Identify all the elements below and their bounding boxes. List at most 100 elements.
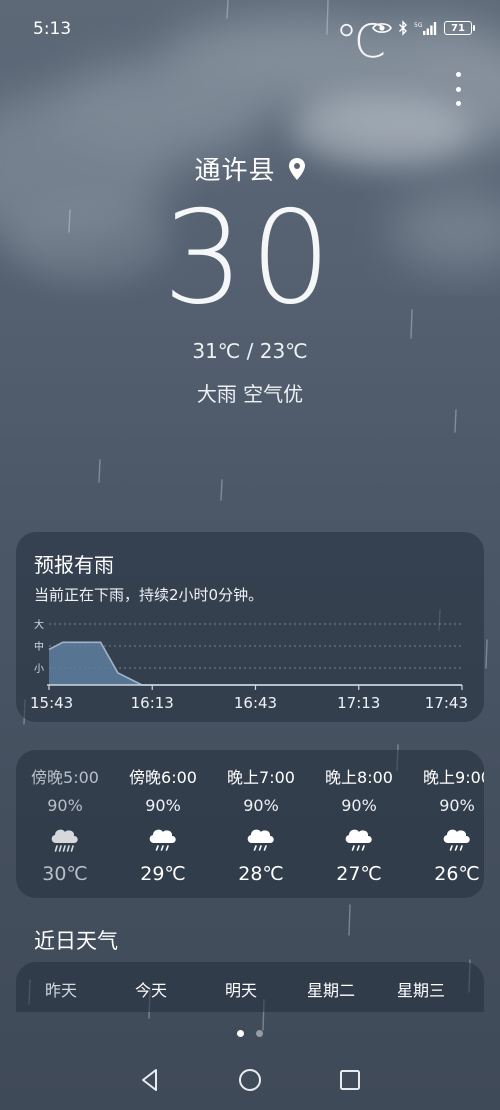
bluetooth-icon (399, 20, 407, 36)
status-bar: 5:13 5G 71 (0, 0, 500, 60)
rain-chart-time-label: 16:43 (234, 694, 277, 712)
rain-level-label: 小 (34, 663, 44, 675)
hourly-temperature: 28℃ (238, 863, 284, 885)
hourly-precip-probability: 90% (341, 796, 377, 815)
location-selector[interactable]: 通许县 (0, 150, 500, 187)
recents-icon[interactable] (337, 1067, 363, 1093)
rain-icon (247, 829, 274, 851)
hourly-item: 傍晚5:00 90% 30℃ (16, 750, 114, 885)
daily-day-name: 星期三 (396, 981, 445, 1000)
rain-chart-time-label: 17:43 (425, 694, 468, 712)
hourly-item: 傍晚6:00 90% 29℃ (114, 750, 212, 885)
hourly-precip-probability: 90% (243, 796, 279, 815)
location-pin-icon (288, 157, 305, 180)
daily-date: 8月18日 (124, 1009, 179, 1012)
rain-chart-time-label: 17:13 (337, 694, 380, 712)
hourly-precip-probability: 90% (47, 796, 83, 815)
status-icons: 5G 71 (372, 20, 475, 36)
rain-forecast-card[interactable]: 预报有雨 当前正在下雨，持续2小时0分钟。 大中小 15:43 16:13 16:43… (16, 532, 484, 722)
raindrop (165, 845, 169, 851)
weather-condition: 大雨 空气优 (196, 382, 304, 406)
raindrop (361, 845, 365, 851)
temperature-unit: ℃ (335, 14, 387, 68)
raindrop (459, 845, 463, 851)
daily-item: 今天 8月18日 (106, 962, 196, 1012)
raindrop (155, 845, 159, 851)
raindrop (58, 845, 62, 852)
hourly-temperature: 30℃ (42, 863, 88, 885)
raindrop (356, 845, 360, 851)
menu-dot-icon (455, 72, 461, 77)
hourly-temperature: 29℃ (140, 863, 186, 885)
raindrop (263, 845, 267, 851)
daily-date: 8月17日 (34, 1009, 89, 1012)
cloud-shape (51, 829, 78, 843)
rain-forecast-description: 当前正在下雨，持续2小时0分钟。 (34, 586, 264, 604)
hourly-time: 傍晚6:00 (129, 768, 197, 787)
raindrop (253, 845, 257, 851)
daily-item: 星期三 8月21日 (376, 962, 466, 1012)
heavy-rain-icon (51, 829, 78, 852)
rain-chart-time-label: 15:43 (30, 694, 73, 712)
raindrop (54, 845, 58, 852)
daily-forecast-card[interactable]: 昨天 8月17日 今天 8月18日 明天 8月19日 星期二 8月20日 星期三 8月21日 星 (16, 962, 484, 1012)
temperature-value: 30 (162, 184, 338, 333)
page-indicator (0, 1030, 500, 1037)
rain-level-label: 中 (34, 640, 44, 653)
rain-level-label: 大 (34, 618, 44, 631)
battery-level: 71 (451, 22, 465, 34)
rain-intensity-chart: 大中小 15:43 16:13 16:43 17:13 17:43 (30, 618, 468, 712)
rain-icon (149, 829, 176, 851)
daily-day-name: 星期二 (306, 981, 355, 1000)
daily-item: 星期二 8月20日 (286, 962, 376, 1012)
menu-dot-icon (455, 101, 461, 106)
temperature-range: 31℃ / 23℃ (192, 339, 308, 363)
battery-icon: 71 (444, 21, 475, 35)
more-menu-button[interactable] (448, 72, 468, 106)
cloud-shape (247, 829, 274, 843)
hourly-item: 晚上9:00 90% 26℃ (408, 750, 484, 885)
svg-text:5G: 5G (414, 22, 423, 29)
daily-item: 昨天 8月17日 (16, 962, 106, 1012)
hourly-precip-probability: 90% (439, 796, 475, 815)
hourly-temperature: 27℃ (336, 863, 382, 885)
raindrop (351, 845, 355, 851)
raindrop (66, 845, 70, 852)
cloud-shape (345, 829, 372, 843)
daily-item: 星 (466, 962, 484, 1012)
daily-day-name: 今天 (134, 981, 167, 1000)
recent-weather-title: 近日天气 (34, 929, 118, 953)
daily-date: 8月19日 (214, 1009, 269, 1012)
hourly-forecast-card[interactable]: 傍晚5:00 90% 30℃ 傍晚6:00 90% 29℃ 晚上7:00 90% 28℃ 晚上8:… (16, 750, 484, 898)
hourly-time: 晚上7:00 (227, 768, 295, 787)
system-navigation-bar (0, 1050, 500, 1110)
menu-dot-icon (455, 86, 461, 92)
home-icon[interactable] (237, 1067, 263, 1093)
raindrop (449, 845, 453, 851)
raindrop (70, 845, 74, 852)
hourly-time: 晚上9:00 (423, 768, 484, 787)
cloud-shape (443, 829, 470, 843)
rain-icon (443, 829, 470, 851)
current-temperature: 30 (0, 184, 500, 333)
raindrop (258, 845, 262, 851)
hourly-item: 晚上8:00 90% 27℃ (310, 750, 408, 885)
rain-forecast-title: 预报有雨 (34, 553, 114, 577)
rain-icon (345, 829, 372, 851)
back-icon[interactable] (137, 1067, 163, 1093)
hourly-time: 晚上8:00 (325, 768, 393, 787)
daily-date: 8月20日 (304, 1009, 359, 1012)
5g-signal-icon: 5G (414, 22, 437, 35)
daily-day-name: 明天 (224, 981, 257, 1000)
daily-forecast-list: 昨天 8月17日 今天 8月18日 明天 8月19日 星期二 8月20日 星期三 8月21日 星 (16, 962, 484, 1012)
raindrop (62, 845, 66, 852)
page-dot-active (237, 1030, 244, 1037)
hourly-time: 傍晚5:00 (31, 768, 99, 787)
hourly-item: 晚上7:00 90% 28℃ (212, 750, 310, 885)
location-name: 通许县 (194, 156, 276, 186)
daily-date: 8月21日 (394, 1009, 449, 1012)
status-time: 5:13 (33, 19, 72, 39)
hourly-precip-probability: 90% (145, 796, 181, 815)
page-dot (256, 1030, 263, 1037)
daily-item: 明天 8月19日 (196, 962, 286, 1012)
